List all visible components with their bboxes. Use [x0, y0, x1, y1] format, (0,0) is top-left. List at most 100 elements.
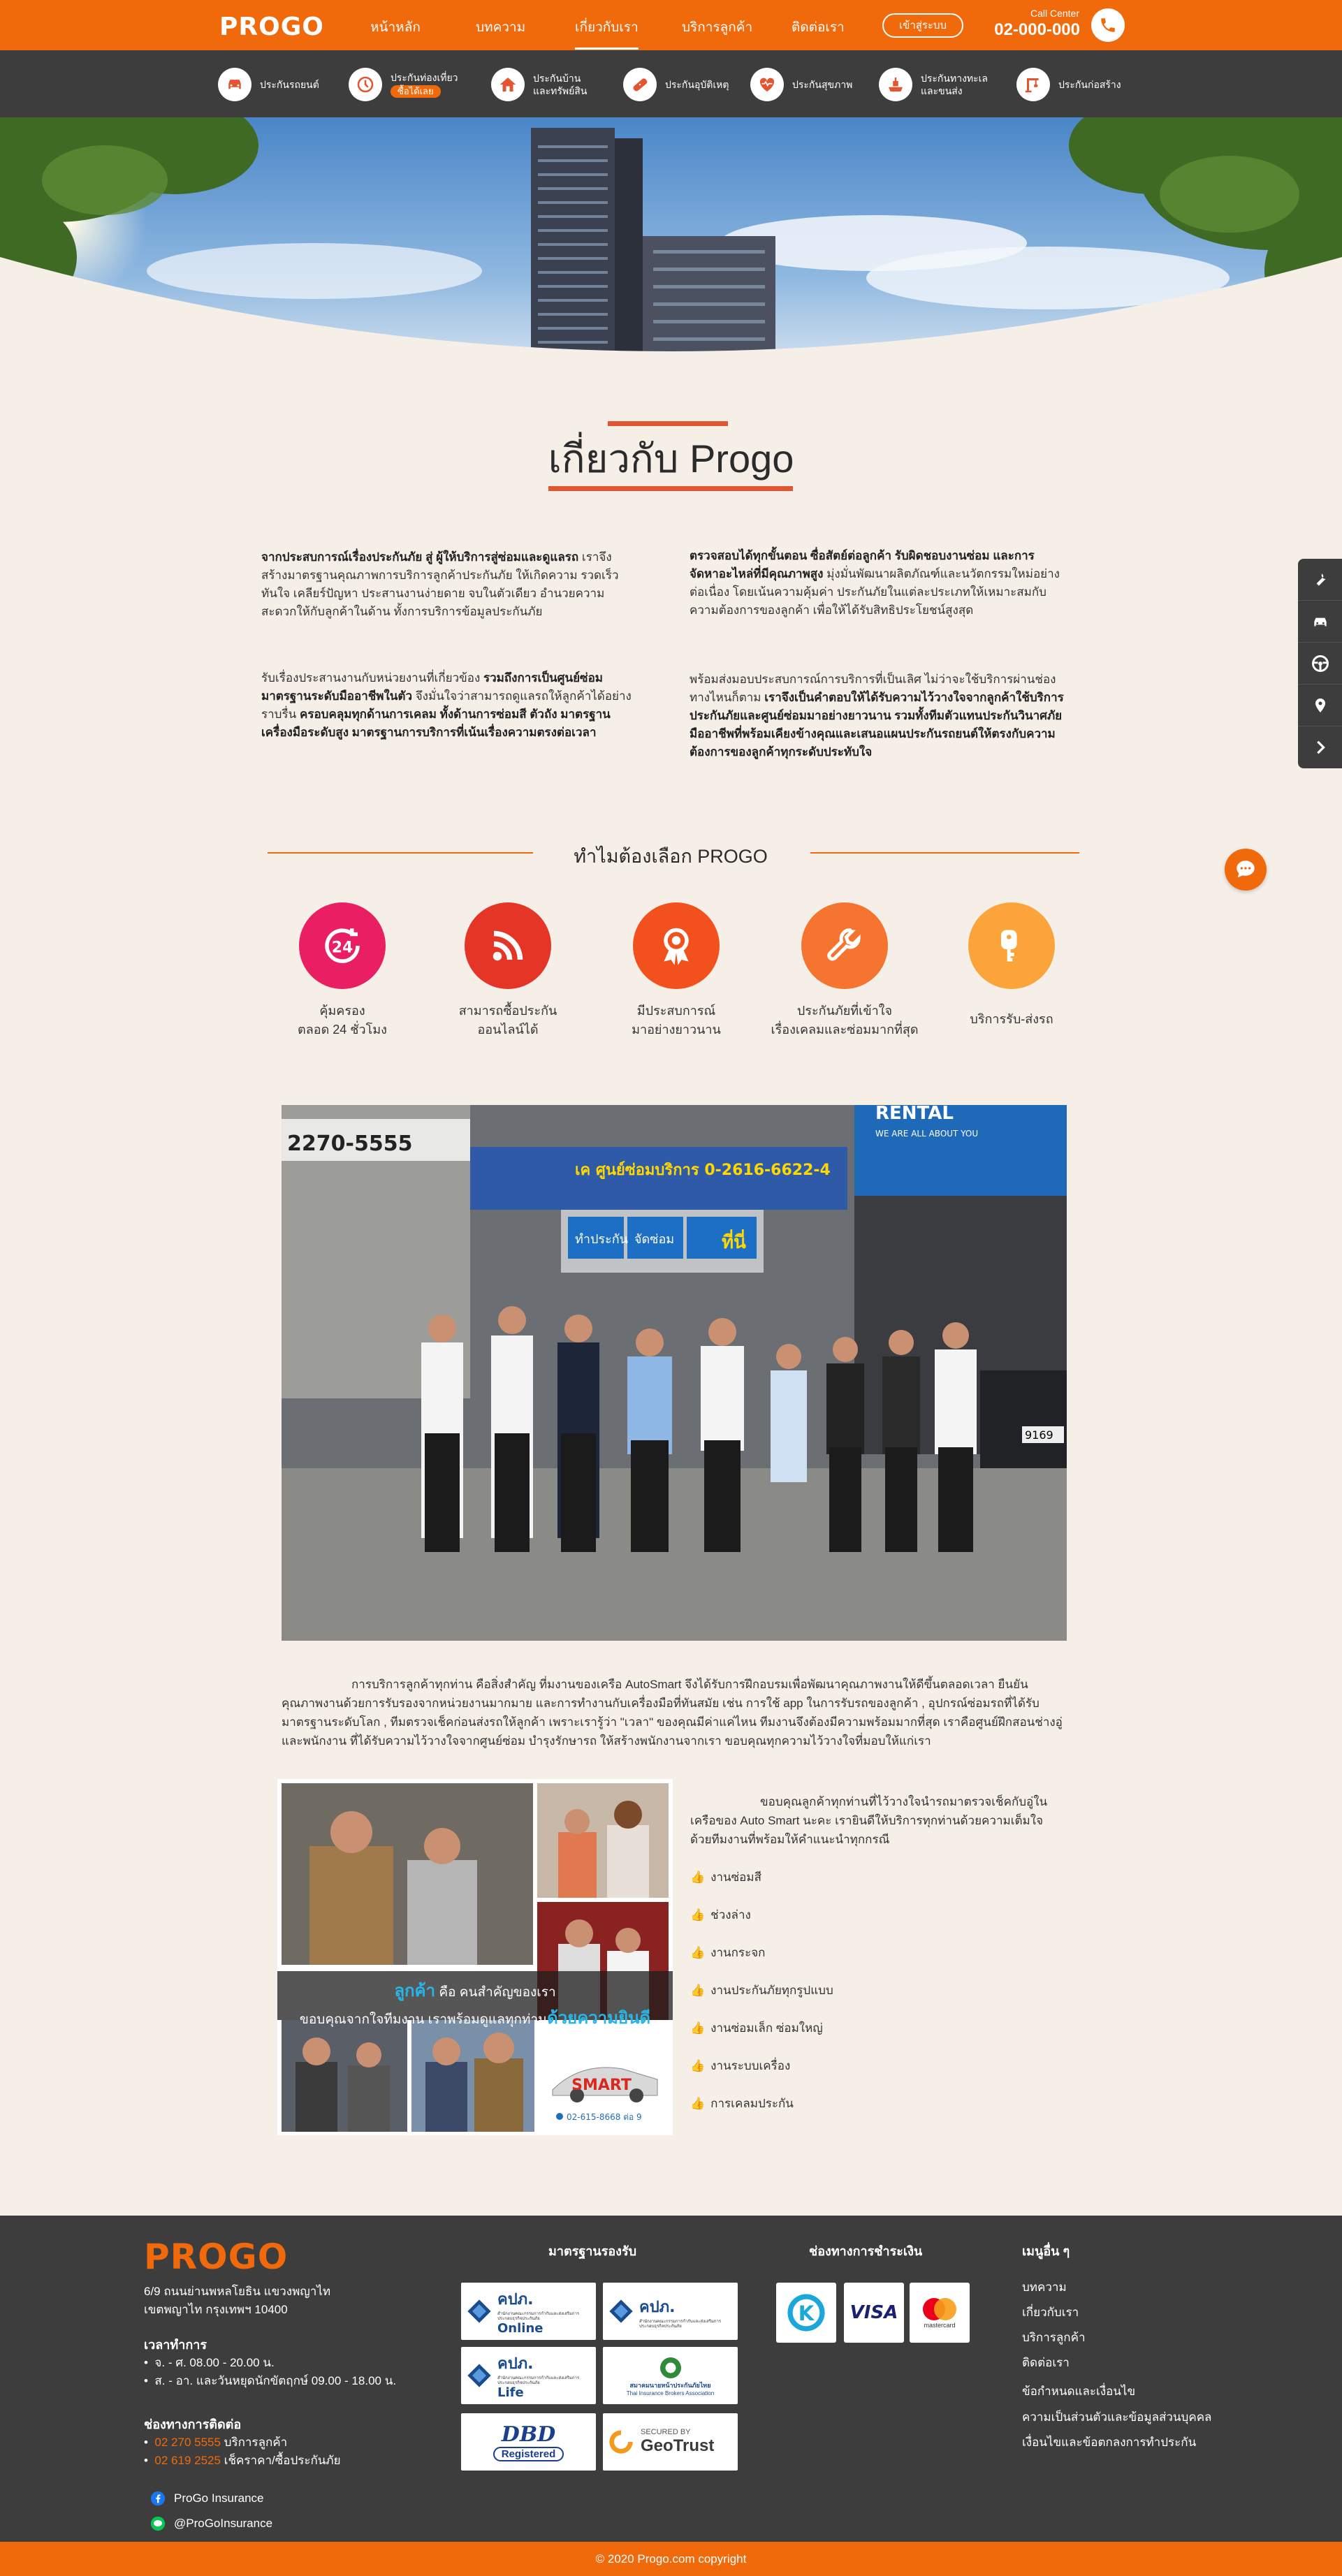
chat-bubble-icon [1237, 861, 1255, 878]
about-paragraph-2: ตรวจสอบได้ทุกขั้นตอน ซื่อสัตย์ต่อลูกค้า … [690, 549, 1060, 617]
car-key-icon [1001, 930, 1017, 962]
collage-photo [282, 1783, 533, 1965]
feature-online: สามารถซื้อประกัน ออนไลน์ได้ [417, 902, 599, 1039]
about-title: เกี่ยวกับ Progo [548, 437, 794, 481]
nav-contact[interactable]: ติดต่อเรา [792, 17, 845, 38]
collage-photo [282, 2020, 407, 2132]
service-item: 👍 งานกระจก [690, 1946, 766, 1959]
top-navbar: PROGO หน้าหลัก บทความ เกี่ยวกับเรา บริกา… [0, 0, 1342, 50]
footer-link-privacy[interactable]: ความเป็นส่วนตัวและข้อมูลส่วนบุคคล [1022, 2408, 1211, 2427]
contact-title: ช่องทางการติดต่อ [144, 2417, 242, 2431]
footer-link-contact[interactable]: ติดต่อเรา [1022, 2353, 1070, 2372]
autosmart-phone: 02-615-8668 ต่อ 9 [567, 2112, 642, 2122]
call-center-number[interactable]: 02-000-000 [985, 20, 1080, 40]
service-item: 👍 งานซ่อมสี [690, 1871, 761, 1884]
thumbs-up-icon: 👍 [690, 1946, 706, 1959]
about-paragraph-1: จากประสบการณ์เรื่องประกันภัย สู่ ผู้ให้บ… [261, 550, 619, 618]
sign-repair: จัดซ่อม [634, 1232, 674, 1247]
category-label: ประกันสุขภาพ [792, 79, 853, 90]
category-travel-insurance[interactable]: ประกันท่องเที่ยว ซื้อได้เลย [349, 67, 458, 102]
floating-side-toolbar [1298, 559, 1342, 768]
license-plate: 9169 [1025, 1428, 1053, 1442]
visa-logo: VISA [844, 2283, 904, 2343]
service-item: 👍 งานซ่อมเล็ก ซ่อมใหญ่ [690, 2021, 823, 2035]
dbd-registered-logo: DBD Registered [461, 2413, 596, 2471]
autosmart-card: SMART 02-615-8668 ต่อ 9 [539, 2020, 669, 2132]
steering-button[interactable] [1298, 643, 1342, 685]
menu-title: เมนูอื่น ๆ [1022, 2244, 1070, 2258]
title-decor-top [608, 421, 728, 426]
feature-claims: ประกันภัยที่เข้าใจ เรื่องเคลมและซ่อมมากที… [754, 902, 935, 1039]
sign-rental: RENTAL [875, 1105, 954, 1124]
hero-banner [0, 117, 1342, 383]
category-construction-insurance[interactable]: ประกันก่อสร้าง [1016, 67, 1121, 102]
car-icon [228, 80, 241, 89]
title-decor-bottom [548, 486, 793, 491]
line-link[interactable]: @ProGoInsurance [150, 2515, 272, 2533]
line-icon [150, 2516, 166, 2531]
login-button[interactable]: เข้าสู่ระบบ [882, 13, 963, 38]
heart-pulse-icon [759, 78, 775, 92]
category-accident-insurance[interactable]: ประกันอุบัติเหตุ [623, 67, 729, 102]
thumbs-up-icon: 👍 [690, 2097, 706, 2110]
feature-24h: 24 คุ้มครอง ตลอด 24 ชั่วโมง [251, 902, 433, 1039]
contact-phone-2[interactable]: 02 619 2525 [154, 2454, 221, 2467]
service-item: 👍 งานประกันภัยทุกรูปแบบ [690, 1984, 833, 1997]
svg-text:K: K [798, 2301, 815, 2325]
category-health-insurance[interactable]: ประกันสุขภาพ [750, 67, 852, 102]
section-divider-left [268, 852, 533, 854]
about-paragraph-4: พร้อมส่งมอบประสบการณ์การบริการที่เป็นเลิ… [690, 673, 1064, 759]
wrench-icon [827, 928, 861, 961]
car-button[interactable] [1298, 601, 1342, 643]
house-icon [499, 78, 516, 92]
category-label: ประกันบ้าน [533, 73, 581, 84]
nav-articles[interactable]: บทความ [476, 17, 525, 38]
steering-wheel-icon [1311, 654, 1329, 672]
crane-icon [1025, 78, 1039, 93]
nav-about[interactable]: เกี่ยวกับเรา [575, 17, 639, 50]
chevron-right-icon [1316, 740, 1325, 754]
travel-icon [357, 76, 374, 93]
about-paragraph-3: รับเรื่องประสานงานกับหน่วยงานที่เกี่ยวข้… [261, 671, 632, 739]
thumbs-up-icon: 👍 [690, 1908, 706, 1922]
footer-address: 6/9 ถนนย่านพหลโยธิน แขวงพญาไท เขตพญาไท กร… [144, 2285, 331, 2316]
oic-logo: คปภ. สำนักงานคณะกรรมการกำกับและส่งเสริมกา… [603, 2283, 738, 2340]
map-pin-icon [1315, 698, 1325, 712]
sign-phone: 2270-5555 [287, 1132, 412, 1156]
customer-photo-collage: SMART 02-615-8668 ต่อ 9 ลูกค้า คือ คนสำค… [277, 1779, 673, 2135]
collapse-toolbar-button[interactable] [1298, 726, 1342, 768]
hours-title: เวลาทำการ [144, 2338, 207, 2352]
tools-button[interactable] [1298, 559, 1342, 601]
insurance-category-bar: ประกันรถยนต์ ประกันท่องเที่ยว ซื้อได้เลย … [0, 50, 1342, 117]
wrench-icon [1316, 573, 1326, 586]
category-label-line2: และขนส่ง [921, 85, 963, 96]
category-home-insurance[interactable]: ประกันบ้าน และทรัพย์สิน [491, 67, 587, 102]
category-marine-insurance[interactable]: ประกันทางทะเล และขนส่ง [879, 67, 988, 102]
kbank-logo: K [776, 2283, 836, 2343]
oic-online-logo: คปภ. สำนักงานคณะกรรมการกำกับและส่งเสริมกา… [461, 2283, 596, 2340]
buy-now-badge[interactable]: ซื้อได้เลย [391, 85, 441, 98]
thumbs-up-icon: 👍 [690, 1984, 706, 1997]
footer-link-about[interactable]: เกี่ยวกับเรา [1022, 2303, 1079, 2322]
phone-button[interactable] [1091, 8, 1125, 42]
progo-logo[interactable]: PROGO [219, 13, 324, 41]
category-label: ประกันรถยนต์ [260, 79, 319, 90]
footer-logo[interactable]: PROGO [144, 2237, 288, 2277]
feature-experience: มีประสบการณ์ มาอย่างยาวนาน [585, 902, 767, 1039]
bandage-icon [633, 78, 648, 92]
footer-link-terms[interactable]: ข้อกำหนดและเงื่อนไข [1022, 2382, 1135, 2401]
sign-insurance: ทำประกัน [575, 1232, 628, 1247]
footer-link-articles[interactable]: บทความ [1022, 2278, 1067, 2297]
service-item: 👍 การเคลมประกัน [690, 2097, 794, 2110]
chat-button[interactable] [1225, 849, 1267, 891]
facebook-link[interactable]: ProGo Insurance [150, 2489, 264, 2508]
contact-phone-1[interactable]: 02 270 5555 [154, 2436, 221, 2449]
category-car-insurance[interactable]: ประกันรถยนต์ [218, 67, 319, 102]
nav-home[interactable]: หน้าหลัก [370, 17, 421, 38]
footer-link-policy-terms[interactable]: เงื่อนไขและข้อตกลงการทำประกัน [1022, 2433, 1196, 2452]
footer-link-customer-service[interactable]: บริการลูกค้า [1022, 2328, 1086, 2347]
location-button[interactable] [1298, 685, 1342, 726]
clock-24-icon: 24 [325, 928, 360, 963]
nav-customer-service[interactable]: บริการลูกค้า [682, 17, 752, 38]
category-label-line2: และทรัพย์สิน [533, 85, 588, 96]
